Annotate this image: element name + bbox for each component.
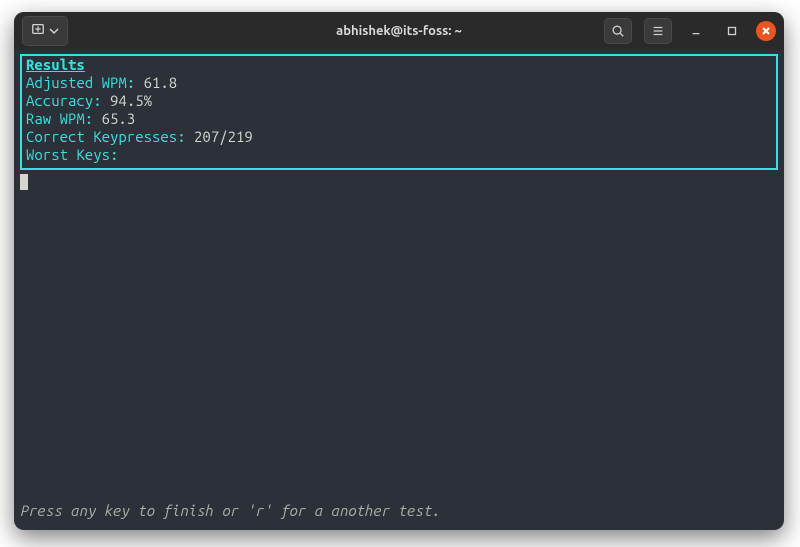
search-button[interactable] (604, 18, 632, 44)
terminal-body[interactable]: Results Adjusted WPM: 61.8 Accuracy: 94.… (14, 50, 784, 530)
search-icon (611, 24, 625, 38)
result-raw-wpm: Raw WPM: 65.3 (26, 110, 772, 128)
result-adjusted-wpm: Adjusted WPM: 61.8 (26, 74, 772, 92)
titlebar: abhishek@its-foss: ~ (14, 12, 784, 50)
result-correct-keypresses: Correct Keypresses: 207/219 (26, 128, 772, 146)
result-accuracy: Accuracy: 94.5% (26, 92, 772, 110)
value-correct-keypresses: 207/219 (194, 128, 253, 145)
label-adjusted-wpm: Adjusted WPM: (26, 74, 144, 91)
value-raw-wpm: 65.3 (102, 110, 136, 127)
terminal-window: abhishek@its-foss: ~ Results Adjusted WP… (14, 12, 784, 530)
terminal-cursor (20, 174, 28, 190)
footer-hint: Press any key to finish or 'r' for a ano… (20, 502, 440, 520)
result-worst-keys: Worst Keys: (26, 146, 772, 164)
minimize-button[interactable] (684, 19, 708, 43)
label-accuracy: Accuracy: (26, 92, 110, 109)
hamburger-icon (651, 24, 665, 38)
window-title: abhishek@its-foss: ~ (336, 24, 462, 38)
value-adjusted-wpm: 61.8 (144, 74, 178, 91)
value-accuracy: 94.5% (110, 92, 152, 109)
label-raw-wpm: Raw WPM: (26, 110, 102, 127)
menu-button[interactable] (644, 18, 672, 44)
results-box: Results Adjusted WPM: 61.8 Accuracy: 94.… (20, 54, 778, 170)
titlebar-left (22, 16, 68, 46)
label-worst-keys: Worst Keys: (26, 146, 118, 163)
maximize-icon (725, 24, 739, 38)
close-icon (761, 26, 771, 36)
minimize-icon (689, 24, 703, 38)
chevron-down-icon (49, 22, 59, 40)
new-tab-icon (31, 22, 45, 40)
results-heading: Results (26, 56, 772, 74)
new-tab-button[interactable] (22, 16, 68, 46)
titlebar-right (604, 18, 776, 44)
close-button[interactable] (756, 21, 776, 41)
maximize-button[interactable] (720, 19, 744, 43)
label-correct-keypresses: Correct Keypresses: (26, 128, 194, 145)
